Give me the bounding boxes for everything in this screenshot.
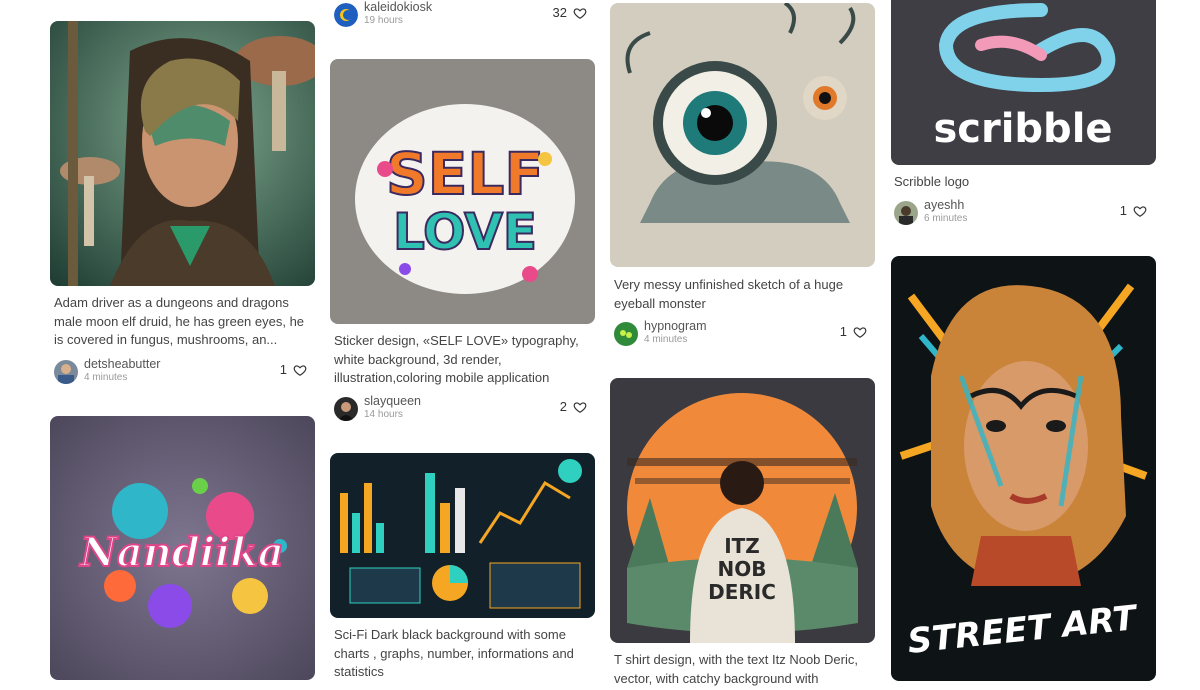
like-button[interactable]: 1	[1120, 203, 1147, 218]
user-avatar[interactable]	[614, 322, 638, 346]
image-street-art[interactable]: STREET ART	[891, 256, 1156, 681]
username[interactable]: hypnogram	[644, 319, 707, 333]
image-scifi-charts[interactable]	[330, 453, 595, 618]
like-count: 32	[552, 5, 567, 20]
user-avatar[interactable]	[334, 397, 358, 421]
like-button[interactable]: 1	[840, 324, 867, 339]
image-nandika-typography[interactable]: Nandiika	[50, 416, 315, 680]
post-time: 14 hours	[364, 409, 403, 420]
post-time: 6 minutes	[924, 213, 968, 224]
image-self-love-sticker[interactable]: SELF LOVE	[330, 59, 595, 324]
image-text-tshirt-1: ITZ	[724, 534, 760, 558]
user-avatar[interactable]	[54, 360, 78, 384]
post-time: 4 minutes	[644, 334, 688, 345]
image-text-tshirt-2: NOB	[718, 557, 767, 581]
image-text-tshirt-3: DERIC	[708, 580, 776, 604]
like-count: 1	[1119, 203, 1127, 218]
image-text-nandika: Nandiika	[78, 529, 284, 576]
user-avatar[interactable]	[894, 201, 918, 225]
card-caption: Very messy unfinished sketch of a huge e…	[614, 277, 844, 311]
username[interactable]: ayeshh	[924, 198, 964, 212]
heart-icon	[293, 363, 307, 377]
like-count: 1	[279, 362, 287, 377]
image-tshirt-design[interactable]: ITZ NOB DERIC	[610, 378, 875, 643]
username[interactable]: slayqueen	[364, 394, 421, 408]
card-caption: Sticker design, «SELF LOVE» typography, …	[334, 333, 579, 385]
like-count: 2	[559, 399, 567, 414]
card-caption: Adam driver as a dungeons and dragons ma…	[54, 295, 305, 347]
image-text-love: LOVE	[393, 203, 537, 261]
card-meta: kaleidokiosk 19 hours 32	[334, 0, 599, 30]
like-button[interactable]: 32	[553, 5, 587, 20]
like-button[interactable]: 2	[560, 399, 587, 414]
like-count: 1	[839, 324, 847, 339]
image-elf-druid[interactable]	[50, 21, 315, 286]
like-button[interactable]: 1	[280, 362, 307, 377]
image-eyeball-monster[interactable]	[610, 3, 875, 267]
username[interactable]: kaleidokiosk	[364, 0, 432, 14]
heart-icon	[573, 6, 587, 20]
post-time: 4 minutes	[84, 372, 128, 383]
card-meta: hypnogram 4 minutes 1	[614, 319, 879, 349]
image-text-self: SELF	[386, 140, 544, 208]
card-caption: T shirt design, with the text Itz Noob D…	[614, 652, 858, 686]
card-meta: detsheabutter 4 minutes 1	[54, 357, 319, 387]
heart-icon	[1133, 204, 1147, 218]
card-meta: ayeshh 6 minutes 1	[894, 198, 1159, 228]
heart-icon	[573, 400, 587, 414]
user-avatar[interactable]	[334, 3, 358, 27]
card-caption: Sci-Fi Dark black background with some c…	[334, 627, 574, 679]
image-scribble-logo[interactable]: scribble	[891, 0, 1156, 165]
image-text-scribble: scribble	[933, 106, 1112, 152]
post-time: 19 hours	[364, 15, 403, 26]
card-meta: slayqueen 14 hours 2	[334, 394, 599, 424]
username[interactable]: detsheabutter	[84, 357, 160, 371]
card-caption: Scribble logo	[894, 174, 970, 189]
heart-icon	[853, 325, 867, 339]
